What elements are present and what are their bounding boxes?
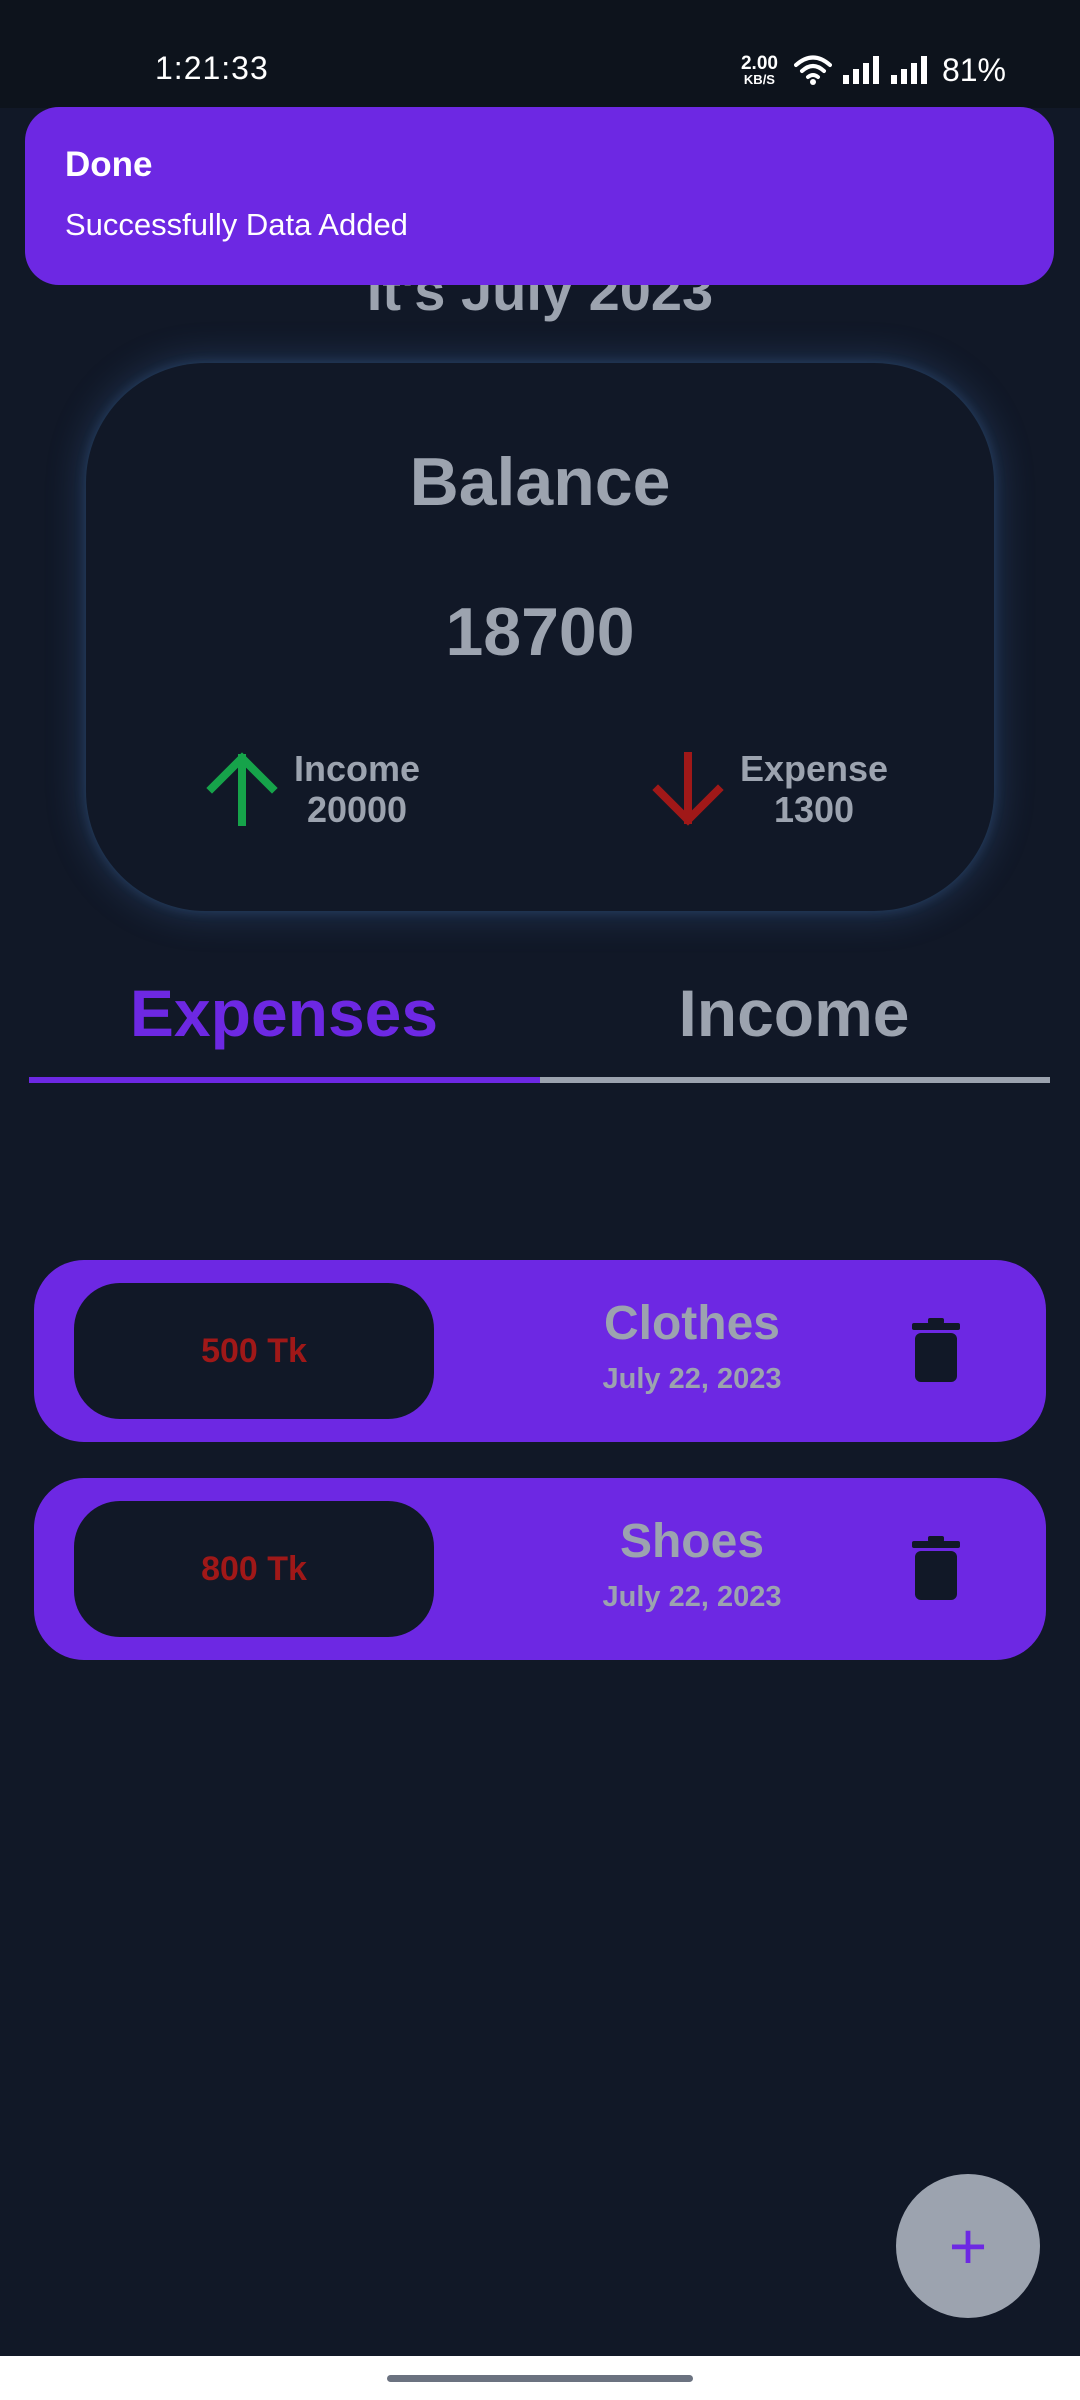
status-icons: 2.00 KB/S 81% <box>741 50 1006 90</box>
income-label: Income <box>294 748 421 789</box>
income-value: 20000 <box>306 789 408 831</box>
tab-income[interactable]: Income <box>539 975 1049 1075</box>
list-item[interactable]: 500 Tk Clothes July 22, 2023 <box>34 1260 1046 1442</box>
signal-icon-sim2 <box>890 56 927 84</box>
system-nav-bar <box>0 2356 1080 2400</box>
expense-date: July 22, 2023 <box>602 1363 782 1395</box>
expense-label: Expense <box>740 748 889 789</box>
toast-message: Successfully Data Added <box>65 207 408 242</box>
trash-icon[interactable] <box>912 1318 960 1382</box>
trash-icon[interactable] <box>912 1536 960 1600</box>
arrow-up-icon <box>206 752 278 827</box>
status-bar: 1:21:33 2.00 KB/S 81% <box>0 0 1080 108</box>
network-speed-value: 2.00 <box>740 53 778 74</box>
expense-date: July 22, 2023 <box>602 1581 782 1613</box>
arrow-down-icon <box>652 752 724 827</box>
tab-indicator-active <box>29 1077 540 1083</box>
add-expense-button[interactable]: + <box>896 2174 1040 2318</box>
expense-amount: 500 Tk <box>74 1283 434 1419</box>
tab-indicator-inactive <box>540 1077 1050 1083</box>
expense-amount: 800 Tk <box>74 1501 434 1637</box>
network-speed: 2.00 KB/S <box>741 54 778 86</box>
expense-value: 1300 <box>773 789 855 831</box>
network-speed-unit: KB/S <box>743 72 775 87</box>
tab-bar: Expenses Income <box>29 975 1050 1085</box>
balance-label: Balance <box>409 444 671 520</box>
signal-icon <box>842 56 879 84</box>
expense-name: Shoes <box>619 1515 765 1568</box>
wifi-icon <box>793 55 832 85</box>
balance-value: 18700 <box>445 594 635 670</box>
tab-expenses[interactable]: Expenses <box>29 975 539 1075</box>
list-item[interactable]: 800 Tk Shoes July 22, 2023 <box>34 1478 1046 1660</box>
success-toast[interactable]: Done Successfully Data Added <box>25 107 1054 285</box>
home-indicator[interactable] <box>387 2375 693 2382</box>
income-summary: Income 20000 <box>206 748 420 831</box>
battery-level: 81% <box>941 51 1006 88</box>
expense-name: Clothes <box>603 1297 780 1350</box>
status-time: 1:21:33 <box>155 50 269 86</box>
expense-summary: Expense 1300 <box>652 748 888 831</box>
toast-title: Done <box>65 145 153 184</box>
balance-card: Balance 18700 Income 20000 Expense 1300 <box>86 363 994 911</box>
